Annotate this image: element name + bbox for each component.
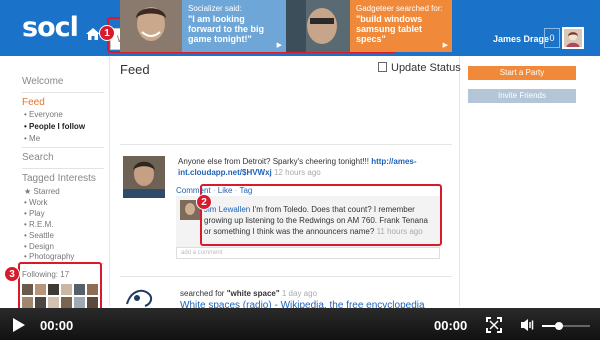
- annotation-box-following: [18, 262, 102, 314]
- interest-rem[interactable]: • R.E.M.: [24, 220, 53, 229]
- socializer-card[interactable]: Socializer said: "I am looking forward t…: [182, 0, 286, 52]
- post2-query: "white space": [226, 289, 280, 298]
- card-label: Socializer said:: [188, 4, 242, 13]
- nav-search[interactable]: Search: [22, 152, 54, 163]
- interest-starred[interactable]: ★ Starred: [24, 187, 60, 196]
- card-label: Gadgeteer searched for:: [356, 4, 443, 13]
- post2-body: searched for "white space" 1 day ago: [180, 288, 450, 299]
- divider: [459, 56, 460, 306]
- interest-play[interactable]: • Play: [24, 209, 45, 218]
- fullscreen-icon[interactable]: [486, 317, 502, 333]
- post-time: 12 hours ago: [274, 168, 321, 177]
- divider: [22, 92, 104, 93]
- volume-icon[interactable]: [520, 318, 536, 332]
- interest-design[interactable]: • Design: [24, 242, 54, 251]
- current-time: 00:00: [40, 318, 74, 333]
- nav-feed-people-i-follow[interactable]: • People I follow: [24, 122, 85, 131]
- annotation-box-reply: [200, 184, 442, 246]
- nav-feed[interactable]: Feed: [22, 97, 45, 108]
- volume-slider[interactable]: [542, 322, 590, 330]
- logo[interactable]: socl: [22, 12, 79, 43]
- update-status-button[interactable]: Update Status: [378, 62, 461, 74]
- nav-feed-me[interactable]: • Me: [24, 134, 40, 143]
- interest-photography[interactable]: • Photography: [24, 252, 74, 261]
- document-icon: [378, 62, 387, 72]
- divider: [120, 144, 452, 145]
- nav-welcome[interactable]: Welcome: [22, 76, 64, 87]
- play-icon[interactable]: [12, 318, 26, 332]
- user-avatar[interactable]: [562, 27, 584, 49]
- post2-prefix: searched for: [180, 289, 227, 298]
- post2-time: 1 day ago: [281, 289, 318, 298]
- nav-feed-everyone[interactable]: • Everyone: [24, 110, 63, 119]
- user-name[interactable]: James Drage: [493, 34, 549, 44]
- post-body: Anyone else from Detroit? Sparky's cheer…: [178, 156, 448, 178]
- annotation-badge-3: 3: [4, 266, 20, 282]
- divider: [22, 147, 104, 148]
- interest-work[interactable]: • Work: [24, 198, 48, 207]
- divider: [22, 168, 104, 169]
- start-party-button[interactable]: Start a Party: [468, 66, 576, 80]
- post-text: Anyone else from Detroit? Sparky's cheer…: [178, 157, 372, 166]
- play-arrow-icon[interactable]: ▶: [443, 41, 448, 49]
- feed-title: Feed: [120, 62, 150, 77]
- home-icon[interactable]: [86, 28, 100, 40]
- add-comment-input[interactable]: add a comment: [176, 247, 440, 259]
- annotation-badge-1: 1: [99, 25, 115, 41]
- post-author-caption[interactable]: Dan: [126, 198, 156, 209]
- divider: [120, 276, 452, 277]
- star-icon: ★: [24, 187, 32, 196]
- interest-seattle[interactable]: • Seattle: [24, 231, 54, 240]
- post-author-avatar[interactable]: [123, 156, 165, 198]
- divider: [109, 56, 110, 306]
- video-controls: 00:00 00:00: [0, 308, 600, 340]
- post2-author-avatar[interactable]: [123, 286, 159, 308]
- volume-handle[interactable]: [554, 322, 563, 330]
- socializer-photo[interactable]: [120, 0, 182, 52]
- play-arrow-icon[interactable]: ▶: [277, 41, 282, 49]
- card-quote: "build windows samsung tablet specs": [356, 14, 423, 44]
- annotation-badge-2: 2: [196, 194, 212, 210]
- gadgeteer-card[interactable]: Gadgeteer searched for: "build windows s…: [350, 0, 452, 52]
- invite-friends-button[interactable]: Invite Friends: [468, 89, 576, 103]
- notification-count[interactable]: 0: [544, 28, 560, 48]
- card-quote: "I am looking forward to the big game to…: [188, 14, 264, 44]
- nav-tagged-interests[interactable]: Tagged Interests: [22, 173, 96, 184]
- remaining-time: 00:00: [434, 318, 468, 333]
- gadgeteer-photo[interactable]: [286, 0, 350, 52]
